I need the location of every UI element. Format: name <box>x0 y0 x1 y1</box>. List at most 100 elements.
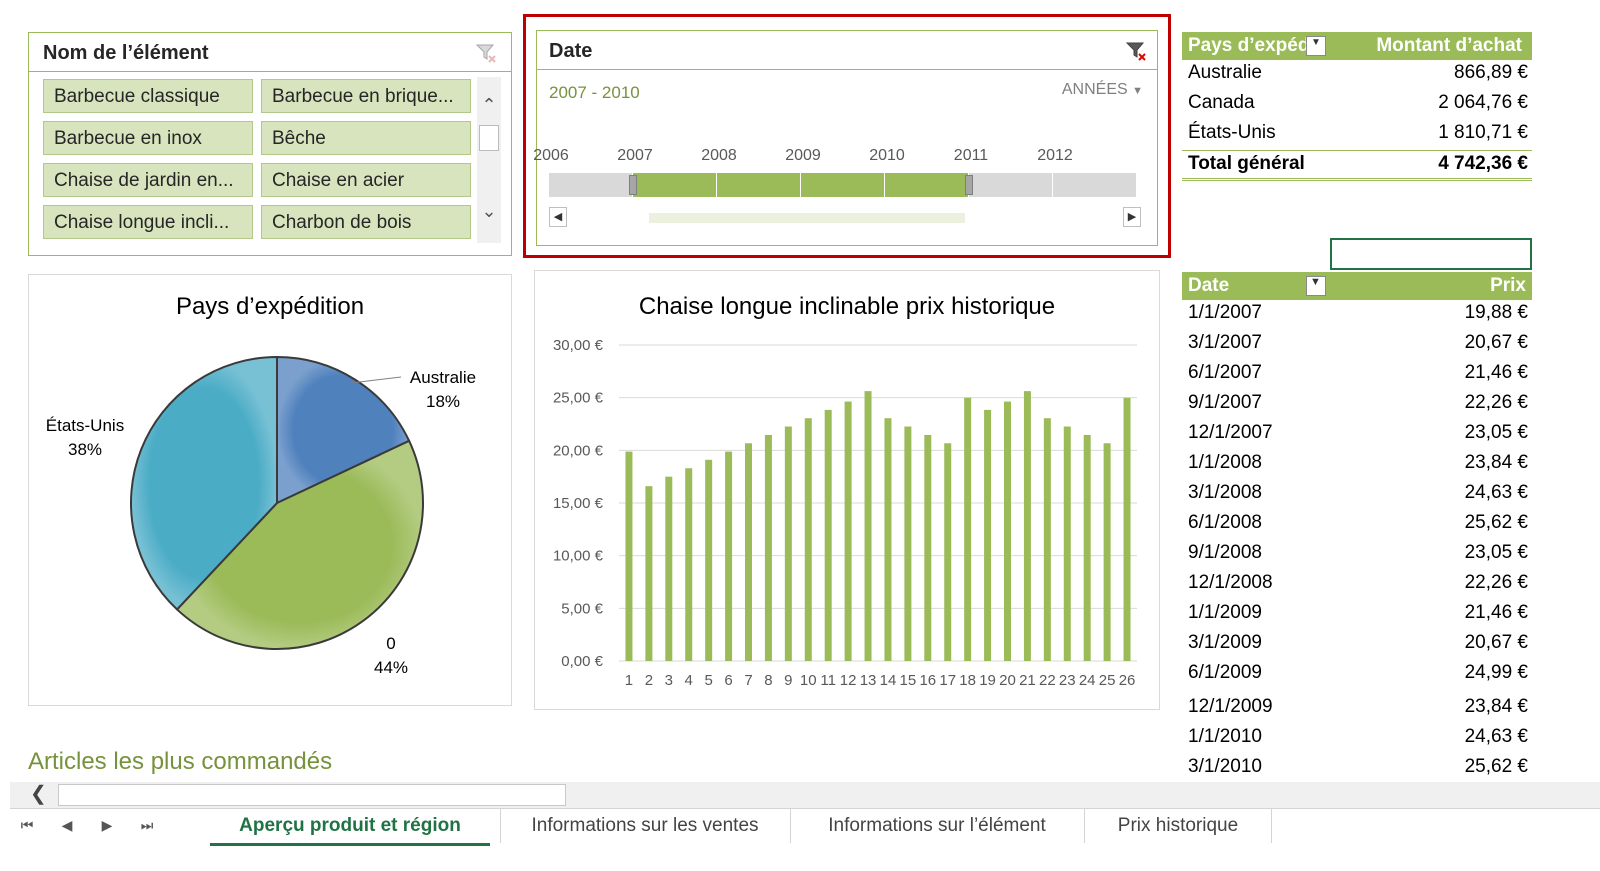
slicer-item-7[interactable]: Charbon de bois <box>261 205 471 239</box>
timeline-track[interactable] <box>549 173 1137 197</box>
timeline-scrollbar[interactable] <box>649 213 965 223</box>
date-col-header: Date <box>1188 275 1230 296</box>
selected-cell[interactable] <box>1330 238 1532 270</box>
x-tick-label: 14 <box>880 672 897 689</box>
item-slicer[interactable]: Nom de l’élément Barbecue classique Barb… <box>28 32 512 256</box>
slicer-scrollbar[interactable]: ⌃ ⌄ <box>477 77 501 243</box>
year-label[interactable]: 2007 <box>605 147 665 165</box>
timeline-segment[interactable] <box>1053 173 1137 197</box>
bar[interactable] <box>625 451 633 661</box>
bar[interactable] <box>844 401 852 661</box>
pie-pct-label: 38% <box>68 440 102 459</box>
scroll-thumb[interactable] <box>479 125 499 151</box>
bar[interactable] <box>665 476 673 661</box>
year-label[interactable]: 2010 <box>857 147 917 165</box>
next-sheet-icon[interactable]: ▶ <box>98 817 116 835</box>
date-cell: 1/1/2008 <box>1188 452 1262 473</box>
slicer-item-4[interactable]: Chaise de jardin en... <box>43 163 253 197</box>
year-label[interactable]: 2008 <box>689 147 749 165</box>
bar[interactable] <box>1043 418 1051 661</box>
bar-chart[interactable]: Chaise longue inclinable prix historique… <box>534 270 1160 710</box>
slicer-item-6[interactable]: Chaise longue incli... <box>43 205 253 239</box>
tab-informations-element[interactable]: Informations sur l’élément <box>790 809 1083 843</box>
bar[interactable] <box>1063 426 1071 661</box>
year-label[interactable]: 2009 <box>773 147 833 165</box>
clear-filter-icon[interactable] <box>475 42 497 64</box>
slicer-item-2[interactable]: Barbecue en inox <box>43 121 253 155</box>
bar[interactable] <box>924 434 932 661</box>
bar[interactable] <box>884 418 892 661</box>
country-col-header: Pays d’expédi <box>1188 35 1315 56</box>
amount-cell: 1 810,71 € <box>1438 122 1528 143</box>
year-label[interactable]: 2012 <box>1025 147 1085 165</box>
table-row: 3/1/2008 24,63 € <box>1188 482 1528 512</box>
date-timeline-slicer[interactable]: Date 2007 - 2010 ANNÉES ▼ 2006 2007 2008 20… <box>533 30 1158 246</box>
year-label[interactable]: 2011 <box>941 147 1001 165</box>
scroll-left-icon[interactable]: ❮ <box>30 784 47 804</box>
x-tick-label: 10 <box>800 672 817 689</box>
bar[interactable] <box>1023 391 1031 661</box>
total-label: Total général <box>1188 153 1305 174</box>
first-sheet-icon[interactable]: ⏮ <box>18 817 36 835</box>
filter-dropdown-icon[interactable]: ▼ <box>1306 36 1326 56</box>
leader-line <box>350 376 402 384</box>
bar[interactable] <box>784 426 792 661</box>
horizontal-scrollbar[interactable]: ❮ <box>10 782 1600 808</box>
bar[interactable] <box>904 426 912 661</box>
slicer-item-1[interactable]: Barbecue en brique... <box>261 79 471 113</box>
bar[interactable] <box>764 434 772 661</box>
date-cell: 3/1/2010 <box>1188 756 1262 777</box>
bar[interactable] <box>1083 434 1091 661</box>
bar[interactable] <box>984 409 992 661</box>
scroll-thumb[interactable] <box>58 784 566 806</box>
timeline-start-handle[interactable] <box>629 175 637 195</box>
pie-chart[interactable]: Pays d’expédition Australie 18% 0 44% États-… <box>28 274 512 706</box>
bar[interactable] <box>705 459 713 661</box>
slicer-item-0[interactable]: Barbecue classique <box>43 79 253 113</box>
scroll-up-icon[interactable]: ⌃ <box>479 95 499 115</box>
timeline-end-handle[interactable] <box>965 175 973 195</box>
x-tick-label: 6 <box>724 672 732 689</box>
slicer-item-5[interactable]: Chaise en acier <box>261 163 471 197</box>
date-cell: 1/1/2009 <box>1188 602 1262 623</box>
scroll-right-icon[interactable]: ▶ <box>1123 207 1141 227</box>
scroll-left-icon[interactable]: ◀ <box>549 207 567 227</box>
year-label[interactable]: 2006 <box>521 147 581 165</box>
bar[interactable] <box>745 443 752 661</box>
country-cell: États-Unis <box>1188 122 1276 143</box>
bar[interactable] <box>944 443 952 661</box>
date-cell: 1/1/2010 <box>1188 726 1262 747</box>
price-cell: 23,05 € <box>1464 542 1528 563</box>
bar[interactable] <box>685 468 693 661</box>
bar[interactable] <box>1103 443 1111 661</box>
prev-sheet-icon[interactable]: ◀ <box>58 817 76 835</box>
timeline-segment[interactable] <box>549 173 633 197</box>
x-tick-label: 25 <box>1099 672 1116 689</box>
bar[interactable] <box>964 397 972 661</box>
bar[interactable] <box>804 418 812 661</box>
x-tick-label: 1 <box>625 672 633 689</box>
bar[interactable] <box>725 451 733 661</box>
timeline-segment[interactable] <box>717 173 801 197</box>
timeline-segment[interactable] <box>801 173 885 197</box>
bar[interactable] <box>1004 401 1011 661</box>
timeline-segment[interactable] <box>633 173 717 197</box>
price-cell: 22,26 € <box>1464 392 1528 413</box>
scroll-down-icon[interactable]: ⌄ <box>479 201 499 221</box>
tab-informations-ventes[interactable]: Informations sur les ventes <box>500 809 789 843</box>
last-sheet-icon[interactable]: ⏭ <box>138 817 156 835</box>
x-tick-label: 12 <box>840 672 857 689</box>
timeline-segment[interactable] <box>885 173 969 197</box>
bar[interactable] <box>645 486 653 661</box>
tab-prix-historique[interactable]: Prix historique <box>1084 809 1272 843</box>
clear-filter-icon[interactable] <box>1125 40 1147 62</box>
bar[interactable] <box>864 391 872 661</box>
tab-apercu-produit[interactable]: Aperçu produit et région <box>210 809 490 846</box>
table-row: 3/1/2007 20,67 € <box>1188 332 1528 362</box>
timeline-segment[interactable] <box>969 173 1053 197</box>
slicer-item-3[interactable]: Bêche <box>261 121 471 155</box>
period-selector[interactable]: ANNÉES ▼ <box>1062 81 1143 99</box>
bar[interactable] <box>824 409 832 661</box>
bar[interactable] <box>1123 397 1131 661</box>
filter-active-icon[interactable]: ▼ <box>1306 276 1326 296</box>
